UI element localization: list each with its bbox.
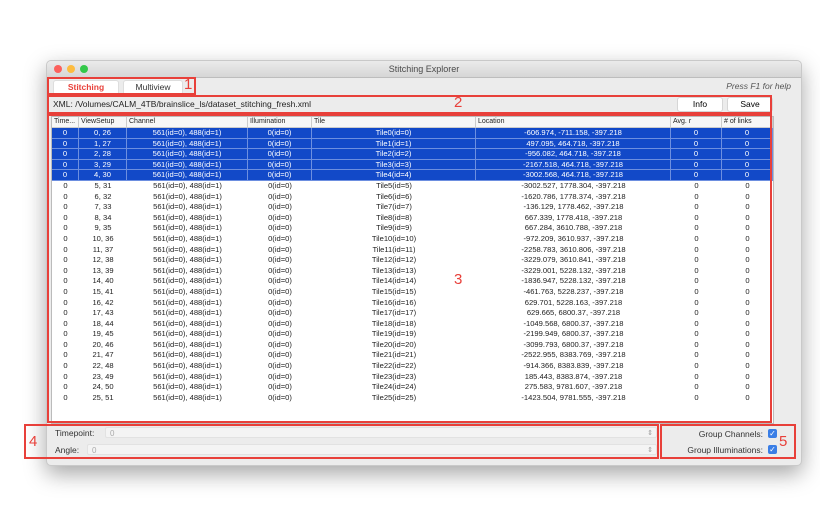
annotation-label-5: 5 [779, 433, 788, 450]
title-bar: Stitching Explorer [47, 61, 801, 78]
close-window-button[interactable] [54, 65, 62, 73]
annotation-label-1: 1 [184, 76, 193, 93]
annotation-box-2 [47, 95, 772, 114]
annotation-box-3 [47, 114, 772, 423]
annotation-box-4 [24, 424, 659, 459]
annotation-label-2: 2 [454, 94, 463, 111]
annotation-box-5 [660, 424, 796, 459]
help-hint: Press F1 for help [726, 81, 791, 91]
annotation-label-3: 3 [454, 271, 463, 288]
window-title: Stitching Explorer [388, 64, 460, 74]
annotation-label-4: 4 [29, 433, 38, 450]
annotation-box-1 [47, 77, 196, 95]
minimize-window-button[interactable] [67, 65, 75, 73]
zoom-window-button[interactable] [80, 65, 88, 73]
